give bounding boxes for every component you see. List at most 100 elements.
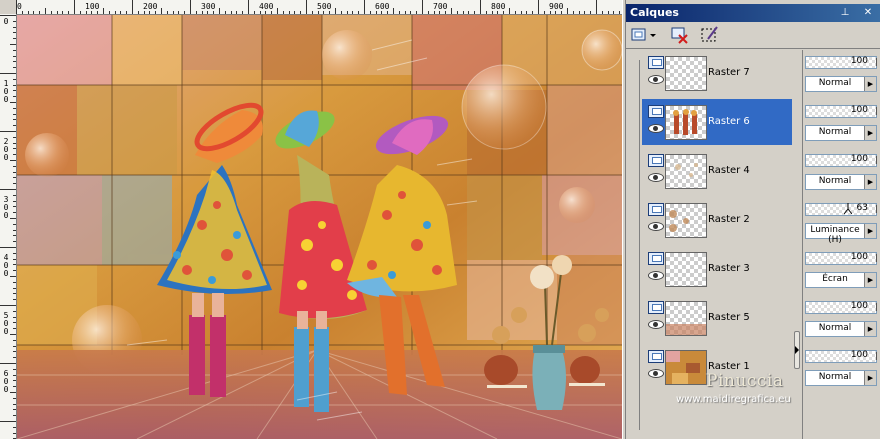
ruler-tick [149, 11, 151, 14]
layer-row-raster-3[interactable]: Raster 3 [642, 246, 792, 292]
ruler-tick [166, 11, 168, 14]
ruler-tick [497, 11, 499, 14]
lock-icon[interactable] [876, 352, 880, 360]
ruler-tick [13, 252, 16, 254]
ruler-tick [13, 415, 16, 417]
chevron-right-icon[interactable]: ▶ [864, 175, 876, 189]
layer-props-raster-1: 100 Normal ▶ [803, 344, 880, 390]
opacity-slider[interactable]: 100 [805, 154, 877, 167]
ruler-tick [13, 287, 16, 289]
visibility-eye-icon[interactable] [648, 222, 664, 231]
opacity-slider[interactable]: 100 [805, 350, 877, 363]
ruler-tick [578, 11, 580, 14]
pin-icon[interactable]: ⊥ [839, 7, 851, 19]
opacity-slider[interactable]: 100 [805, 252, 877, 265]
visibility-eye-icon[interactable] [648, 369, 664, 378]
collapse-handle[interactable] [794, 331, 800, 369]
ruler-tick [358, 11, 360, 14]
ruler-tick [346, 11, 348, 14]
ruler-tick [13, 67, 16, 69]
lock-icon[interactable] [876, 303, 880, 311]
blend-mode-select[interactable]: Écran ▶ [805, 272, 877, 288]
chevron-right-icon[interactable]: ▶ [864, 224, 876, 238]
ruler-tick [306, 0, 307, 14]
opacity-value: 100 [850, 105, 868, 115]
close-icon[interactable]: ✕ [862, 7, 874, 19]
edit-selection-button[interactable] [700, 25, 720, 45]
chevron-right-icon[interactable]: ▶ [864, 126, 876, 140]
blend-mode-value: Normal [818, 372, 852, 382]
new-layer-dropdown[interactable] [649, 25, 657, 45]
ruler-tick [13, 328, 16, 330]
opacity-slider[interactable]: 100 [805, 105, 877, 118]
ruler-tick [520, 11, 522, 14]
layer-row-raster-6[interactable]: Raster 6 [642, 99, 792, 145]
ruler-tick [532, 11, 534, 14]
visibility-eye-icon[interactable] [648, 75, 664, 84]
ruler-tick [224, 11, 226, 14]
ruler-tick [13, 345, 16, 347]
image-canvas[interactable] [17, 15, 622, 439]
ruler-label: 0 [17, 2, 22, 11]
layer-row-raster-7[interactable]: Raster 7 [642, 50, 792, 96]
layer-row-raster-5[interactable]: Raster 5 [642, 295, 792, 341]
ruler-tick [329, 11, 331, 14]
ruler-corner [0, 0, 17, 15]
layer-thumbnail [665, 301, 707, 336]
layer-row-raster-2[interactable]: Raster 2 [642, 197, 792, 243]
visibility-eye-icon[interactable] [648, 173, 664, 182]
lock-icon[interactable] [876, 254, 880, 262]
ruler-tick [79, 11, 81, 14]
ruler-tick [451, 8, 452, 14]
lock-icon[interactable] [876, 156, 880, 164]
ruler-tick [13, 432, 16, 434]
list-splitter[interactable] [792, 50, 800, 439]
ruler-tick [45, 8, 46, 14]
ruler-tick [13, 119, 16, 121]
opacity-slider[interactable]: 63 [805, 203, 877, 216]
ruler-tick [21, 11, 23, 14]
lock-icon[interactable] [876, 107, 880, 115]
new-layer-button[interactable] [630, 25, 650, 45]
ruler-tick [13, 206, 16, 208]
chevron-right-icon[interactable]: ▶ [864, 322, 876, 336]
lock-icon[interactable] [876, 205, 880, 213]
chevron-down-icon [650, 34, 656, 37]
ruler-tick [132, 0, 133, 14]
visibility-eye-icon[interactable] [648, 271, 664, 280]
ruler-tick [13, 299, 16, 301]
chevron-right-icon[interactable]: ▶ [864, 77, 876, 91]
chevron-right-icon[interactable]: ▶ [864, 371, 876, 385]
ruler-tick [509, 8, 510, 14]
ruler-tick [161, 8, 162, 14]
ruler-tick [0, 363, 16, 364]
palette-titlebar[interactable]: Calques ⊥ ✕ [626, 4, 880, 22]
ruler-tick [404, 11, 406, 14]
layer-name: Raster 5 [708, 312, 750, 323]
layer-row-raster-4[interactable]: Raster 4 [642, 148, 792, 194]
ruler-tick [613, 11, 615, 14]
blend-mode-select[interactable]: Normal ▶ [805, 321, 877, 337]
ruler-tick [103, 8, 104, 14]
lock-icon[interactable] [876, 58, 880, 66]
ruler-label: 600 [375, 2, 390, 11]
ruler-tick [27, 11, 29, 14]
visibility-eye-icon[interactable] [648, 124, 664, 133]
opacity-slider[interactable]: 100 [805, 56, 877, 69]
chevron-right-icon[interactable]: ▶ [864, 273, 876, 287]
ruler-tick [56, 11, 58, 14]
blend-mode-value: Normal [818, 127, 852, 137]
delete-layer-button[interactable] [670, 25, 690, 45]
brush-selection-icon [701, 26, 718, 42]
ruler-tick [13, 212, 16, 214]
blend-mode-select[interactable]: Normal ▶ [805, 174, 877, 190]
ruler-tick [143, 11, 145, 14]
blend-mode-select[interactable]: Luminance (H) ▶ [805, 223, 877, 245]
blend-mode-select[interactable]: Normal ▶ [805, 125, 877, 141]
opacity-slider[interactable]: 100 [805, 301, 877, 314]
ruler-tick [311, 11, 313, 14]
ruler-tick [0, 247, 16, 248]
visibility-eye-icon[interactable] [648, 320, 664, 329]
blend-mode-select[interactable]: Normal ▶ [805, 76, 877, 92]
blend-mode-select[interactable]: Normal ▶ [805, 370, 877, 386]
